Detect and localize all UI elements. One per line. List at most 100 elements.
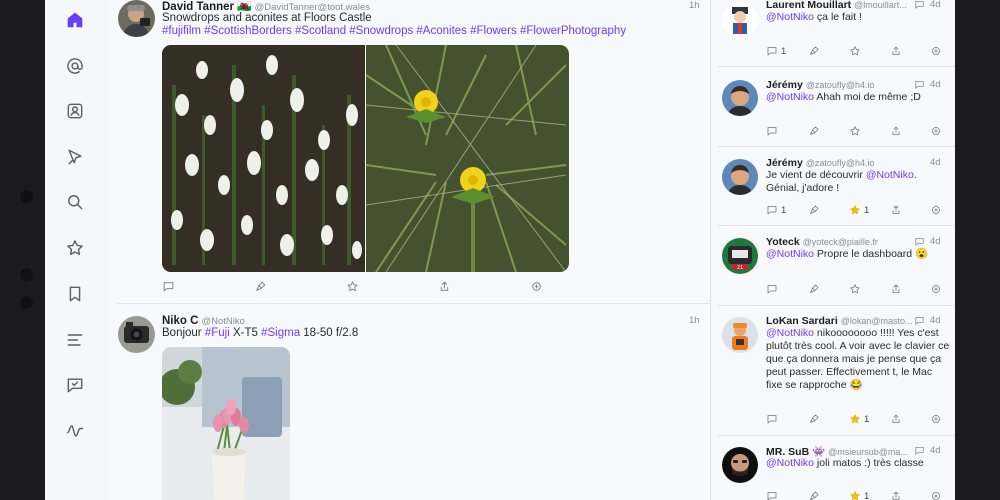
notification-text: @NotNiko ça le fait ! xyxy=(766,11,862,23)
avatar[interactable] xyxy=(722,447,758,483)
notification-meta: 4d xyxy=(914,315,941,326)
tulips-photo[interactable] xyxy=(162,347,290,500)
notification-actions: 1 xyxy=(766,44,946,58)
favourite-icon[interactable] xyxy=(849,124,861,138)
mention-type-icon xyxy=(915,80,924,89)
share-icon[interactable] xyxy=(890,44,902,58)
post-hashtags[interactable]: #fujifilm #ScottishBorders #Scotland #Sn… xyxy=(162,24,626,39)
lists-icon[interactable] xyxy=(64,329,86,351)
notification-text: Je vient de découvrir @NotNiko. Génial, … xyxy=(766,169,917,194)
notification-author: LoKan Sardari @lokan@masto... xyxy=(766,315,913,327)
mention-type-icon xyxy=(915,237,924,246)
boost-icon[interactable] xyxy=(808,203,820,217)
notification-actions: 1 xyxy=(766,489,946,500)
notifications-column[interactable]: Laurent Mouillart @lmouillart... 4d @Not… xyxy=(712,0,955,500)
home-icon[interactable] xyxy=(64,9,86,31)
notification-meta: 4d xyxy=(914,445,941,456)
share-icon[interactable] xyxy=(890,412,902,426)
avatar[interactable] xyxy=(118,0,155,37)
avatar[interactable] xyxy=(722,80,758,116)
favourite-icon[interactable] xyxy=(849,282,861,296)
reply-icon[interactable] xyxy=(766,412,781,426)
favourite-icon[interactable]: 1 xyxy=(849,412,869,426)
favourite-icon[interactable]: 1 xyxy=(849,203,869,217)
notification-actions: 1 xyxy=(766,412,946,426)
notification-divider xyxy=(718,305,955,306)
boost-icon[interactable] xyxy=(808,412,820,426)
post-time: 1h xyxy=(689,315,700,326)
notification-author: Yoteck @yoteck@piaille.fr xyxy=(766,236,878,248)
more-icon[interactable] xyxy=(930,203,942,217)
messages-icon[interactable] xyxy=(64,374,86,396)
favourite-icon[interactable] xyxy=(849,44,861,58)
profile-icon[interactable] xyxy=(64,100,86,122)
share-icon[interactable] xyxy=(890,282,902,296)
notification-actions xyxy=(766,124,946,138)
mention-type-icon xyxy=(915,0,924,9)
activity-icon[interactable] xyxy=(64,420,86,442)
notification-text: @NotNiko Ahah moi de même ;D xyxy=(766,91,921,103)
boost-icon[interactable] xyxy=(808,124,820,138)
hashtag-link[interactable]: #Sigma xyxy=(261,327,300,339)
device-bezel-left xyxy=(0,0,45,500)
reply-icon[interactable] xyxy=(766,124,781,138)
boost-icon[interactable] xyxy=(808,44,820,58)
home-timeline[interactable]: David Tanner 🏴󠁧󠁢󠁷󠁬󠁳󠁿 @DavidTanner@toot.w… xyxy=(107,0,711,500)
bookmarks-icon[interactable] xyxy=(64,283,86,305)
notification-meta: 4d xyxy=(930,157,941,168)
notification-author: Laurent Mouillart @lmouillart... xyxy=(766,0,907,11)
notification-actions xyxy=(766,282,946,296)
share-icon[interactable] xyxy=(438,280,452,294)
post-time: 1h xyxy=(689,0,700,11)
svg-text:21: 21 xyxy=(737,265,743,271)
more-icon[interactable] xyxy=(930,124,942,138)
boost-icon[interactable] xyxy=(808,282,820,296)
favourites-icon[interactable] xyxy=(64,237,86,259)
more-icon[interactable] xyxy=(530,280,544,294)
more-icon[interactable] xyxy=(930,44,942,58)
notification-meta: 4d xyxy=(914,236,941,247)
avatar[interactable]: 21 xyxy=(722,238,758,274)
reply-icon[interactable] xyxy=(766,489,781,500)
more-icon[interactable] xyxy=(930,282,942,296)
reply-icon[interactable]: 1 xyxy=(766,44,786,58)
snowdrops-photo[interactable] xyxy=(162,45,365,272)
share-icon[interactable] xyxy=(890,489,902,500)
avatar[interactable] xyxy=(118,316,155,353)
notification-divider xyxy=(718,225,955,226)
reply-icon[interactable]: 1 xyxy=(766,203,786,217)
boost-icon[interactable] xyxy=(808,489,820,500)
notification-meta: 4d xyxy=(914,79,941,90)
notification-author: Jérémy @zatoufly@h4.io xyxy=(766,157,875,169)
search-icon[interactable] xyxy=(64,191,86,213)
post-text: Bonjour #Fuji X-T5 #Sigma 18-50 f/2.8 xyxy=(162,327,359,339)
app-screen: David Tanner 🏴󠁧󠁢󠁷󠁬󠁳󠁿 @DavidTanner@toot.w… xyxy=(45,0,955,500)
boost-icon[interactable] xyxy=(254,280,268,294)
share-icon[interactable] xyxy=(890,124,902,138)
favourite-icon[interactable]: 1 xyxy=(849,489,869,500)
avatar[interactable] xyxy=(722,2,758,38)
notification-author: Jérémy @zatoufly@h4.io xyxy=(766,79,875,91)
aconite-photo[interactable] xyxy=(366,45,569,272)
notification-divider xyxy=(718,146,955,147)
sensor-icon xyxy=(20,296,33,309)
sensor-icon xyxy=(20,268,33,281)
avatar[interactable] xyxy=(722,159,758,195)
share-icon[interactable] xyxy=(890,203,902,217)
more-icon[interactable] xyxy=(930,412,942,426)
explore-icon[interactable] xyxy=(64,146,86,168)
notification-actions: 1 1 xyxy=(766,203,946,217)
reply-icon[interactable] xyxy=(766,282,781,296)
sidebar xyxy=(45,0,107,500)
notification-text: @NotNiko nikoooooooo !!!!! Yes c'est plu… xyxy=(766,327,950,391)
hashtag-link[interactable]: #Fuji xyxy=(205,327,230,339)
avatar[interactable] xyxy=(722,317,758,353)
more-icon[interactable] xyxy=(930,489,942,500)
notification-divider xyxy=(718,66,955,67)
notification-text: @NotNiko joli matos :) très classe xyxy=(766,457,924,469)
post-divider xyxy=(117,303,711,304)
mention-icon[interactable] xyxy=(64,55,86,77)
device-bezel-right xyxy=(955,0,1000,500)
favourite-icon[interactable] xyxy=(346,280,360,294)
reply-icon[interactable] xyxy=(162,280,176,294)
